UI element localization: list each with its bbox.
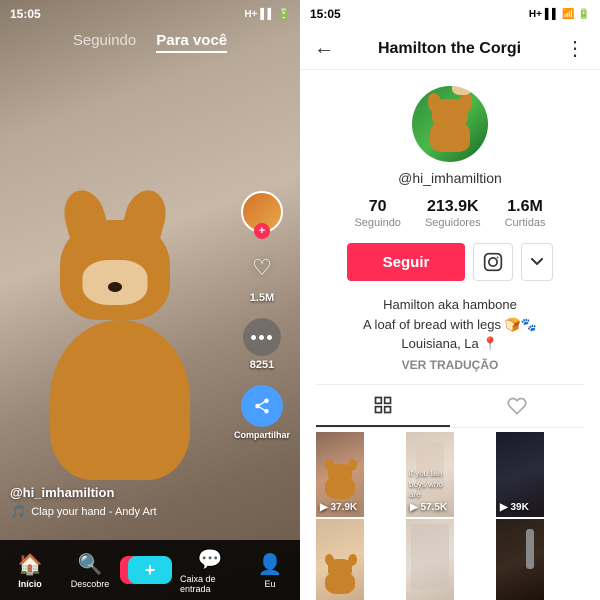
video-username[interactable]: @hi_imhamiltion [10, 485, 240, 500]
action-row: Seguir [347, 243, 554, 281]
tab-foryou[interactable]: Para você [156, 32, 227, 53]
tab-videos[interactable] [316, 385, 450, 427]
following-value: 70 [369, 198, 387, 216]
profile-header: ← Hamilton the Corgi ⋮ [300, 28, 600, 70]
time-right: 15:05 [310, 7, 341, 21]
likes-label: Curtidas [505, 217, 546, 229]
wifi-right-icon: 📶 [562, 9, 574, 20]
nav-inbox[interactable]: 💬 Caixa de entrada [180, 547, 240, 594]
thumb-views-2: ▶ 57.5K [410, 502, 447, 513]
following-label: Seguindo [354, 217, 401, 229]
inbox-label: Caixa de entrada [180, 574, 240, 594]
video-info: @hi_imhamiltion 🎵 Clap your hand - Andy … [10, 485, 240, 520]
follow-plus-badge[interactable]: + [254, 223, 270, 239]
nav-discover[interactable]: 🔍 Descobre [60, 552, 120, 589]
stats-row: 70 Seguindo 213.9K Seguidores 1.6M Curti… [354, 198, 545, 229]
right-actions: + ♡ 1.5M 8251 Compartilhar [234, 191, 290, 440]
translate-link[interactable]: VER TRADUÇÃO [402, 358, 499, 372]
create-button[interactable] [128, 556, 172, 584]
bio-text: Hamilton aka hambone A loaf of bread wit… [363, 295, 537, 354]
thumb-corgi-1 [320, 464, 360, 499]
status-icons-right: H+ ▌▌ 📶 🔋 [529, 9, 590, 20]
thumb-views-1: ▶ 37.9K [320, 502, 357, 513]
status-bar-left: 15:05 H+ ▌▌ 🔋 [0, 0, 300, 28]
status-icons-left: H+ ▌▌ 🔋 [244, 9, 290, 20]
stat-following: 70 Seguindo [354, 198, 401, 229]
avatar-corgi-drawing [420, 97, 480, 152]
likes-value: 1.6M [507, 198, 543, 216]
profile-avatar [412, 86, 488, 162]
share-label: Compartilhar [234, 430, 290, 440]
tab-liked[interactable] [450, 385, 584, 427]
profile-name-header: Hamilton the Corgi [378, 40, 521, 58]
comment-icon[interactable] [243, 318, 281, 356]
discover-icon: 🔍 [78, 552, 103, 577]
nav-profile[interactable]: 👤 Eu [240, 552, 300, 589]
video-grid: ▶ 37.9K ▶ 57.5K if you like boys who are… [316, 432, 584, 600]
thumb-views-3: ▶ 39K [500, 502, 529, 513]
nav-home[interactable]: 🏠 Início [0, 552, 60, 589]
home-label: Início [18, 579, 42, 589]
avatar-face [452, 86, 472, 95]
bio-line2: A loaf of bread with legs 🍞🐾 [363, 317, 537, 332]
heart-icon[interactable]: ♡ [241, 247, 283, 289]
like-count: 1.5M [250, 292, 274, 304]
avatar-body [430, 120, 470, 152]
followers-label: Seguidores [425, 217, 481, 229]
stat-likes: 1.6M Curtidas [505, 198, 546, 229]
profile-icon: 👤 [258, 552, 283, 577]
status-bar-right: 15:05 H+ ▌▌ 📶 🔋 [300, 0, 600, 28]
username-handle: @hi_imhamiltion [398, 170, 502, 186]
corgi-nose [108, 282, 122, 292]
video-thumb-2[interactable]: ▶ 57.5K if you like boys who are [406, 432, 454, 517]
nav-tabs: Seguindo Para você [0, 32, 300, 53]
right-panel: 15:05 H+ ▌▌ 📶 🔋 ← Hamilton the Corgi ⋮ [300, 0, 600, 600]
discover-label: Descobre [71, 579, 110, 589]
network-icon: H+ [244, 9, 257, 20]
signal-right-icon: ▌▌ [545, 9, 559, 20]
followers-value: 213.9K [427, 198, 479, 216]
bio-line3: Louisiana, La 📍 [401, 336, 498, 351]
corgi-body [50, 320, 190, 480]
follow-button[interactable]: Seguir [347, 243, 466, 281]
comment-action[interactable]: 8251 [243, 318, 281, 371]
thumb-caption-2: if you like boys who are [409, 469, 451, 500]
nav-create[interactable] [120, 556, 180, 584]
corgi-head [60, 220, 170, 320]
stat-followers: 213.9K Seguidores [425, 198, 481, 229]
bottom-nav: 🏠 Início 🔍 Descobre 💬 Caixa de entrada 👤… [0, 540, 300, 600]
share-icon[interactable] [241, 385, 283, 427]
video-thumb-1[interactable]: ▶ 37.9K [316, 432, 364, 517]
video-thumb-3[interactable]: ▶ 39K [496, 432, 544, 517]
video-thumb-4[interactable] [316, 519, 364, 600]
music-note-icon: 🎵 [10, 504, 26, 520]
profile-label: Eu [264, 579, 275, 589]
more-options-button[interactable]: ⋮ [565, 36, 586, 61]
tab-following[interactable]: Seguindo [73, 32, 136, 53]
video-thumb-5[interactable] [406, 519, 454, 600]
thumb-corgi-4 [320, 559, 360, 594]
content-tabs [316, 384, 584, 428]
share-action[interactable]: Compartilhar [234, 385, 290, 440]
like-action[interactable]: ♡ 1.5M [241, 247, 283, 304]
inbox-icon: 💬 [198, 547, 223, 572]
comment-count: 8251 [250, 359, 274, 371]
dropdown-button[interactable] [521, 243, 553, 281]
battery-icon-left: 🔋 [278, 9, 290, 20]
signal-icon: ▌▌ [260, 9, 274, 20]
video-music: 🎵 Clap your hand - Andy Art [10, 504, 240, 520]
music-label: Clap your hand - Andy Art [31, 506, 156, 518]
video-thumb-6[interactable] [496, 519, 544, 600]
left-panel: 15:05 H+ ▌▌ 🔋 Seguindo Para você + ♡ 1.5… [0, 0, 300, 600]
back-button[interactable]: ← [314, 37, 334, 60]
network-right-icon: H+ [529, 9, 542, 20]
corgi-image [30, 220, 210, 480]
profile-content: @hi_imhamiltion 70 Seguindo 213.9K Segui… [300, 70, 600, 600]
time-left: 15:05 [10, 7, 41, 21]
bio-line1: Hamilton aka hambone [383, 297, 517, 312]
battery-right-icon: 🔋 [578, 9, 590, 20]
instagram-button[interactable] [473, 243, 513, 281]
home-icon: 🏠 [18, 552, 43, 577]
creator-avatar-wrapper[interactable]: + [241, 191, 283, 233]
